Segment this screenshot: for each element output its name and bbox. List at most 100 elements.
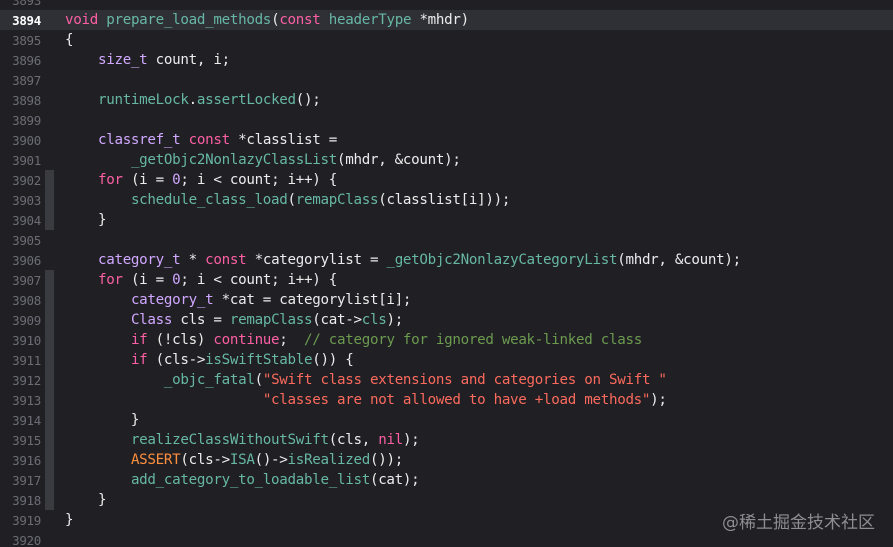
code-line[interactable]: 3915 realizeClassWithoutSwift(cls, nil); (0, 430, 893, 450)
line-number: 3908 (12, 292, 41, 308)
code-line[interactable]: 3918 } (0, 490, 893, 510)
line-number: 3909 (12, 312, 41, 328)
code-line[interactable]: 3898 runtimeLock.assertLocked(); (0, 90, 893, 110)
code-line[interactable]: 3913 "classes are not allowed to have +l… (0, 390, 893, 410)
code-token: *categorylist = (246, 252, 387, 268)
code-token: continue (213, 332, 280, 348)
code-text: for (i = 0; i < count; i++) { (65, 172, 337, 188)
fold-ribbon[interactable] (45, 330, 54, 350)
code-token: "Swift class extensions and categories o… (262, 372, 667, 388)
code-line[interactable]: 3893 (0, 0, 893, 10)
code-editor[interactable]: 3893 3894 void prepare_load_methods(const … (0, 0, 893, 547)
code-token: (cls-> (180, 452, 230, 468)
code-line[interactable]: 3908 category_t *cat = categorylist[i]; (0, 290, 893, 310)
fold-ribbon[interactable] (45, 110, 54, 130)
fold-ribbon[interactable] (45, 150, 54, 170)
code-token: ()); (369, 452, 403, 468)
code-line[interactable]: 3912 _objc_fatal("Swift class extensions… (0, 370, 893, 390)
fold-ribbon[interactable] (45, 170, 54, 190)
code-token: } (65, 492, 107, 508)
code-token: (classlist[i])); (378, 192, 511, 208)
fold-ribbon[interactable] (45, 310, 54, 330)
code-token: (); (295, 92, 321, 108)
code-line[interactable]: 3910 if (!cls) continue; // category for… (0, 330, 893, 350)
fold-ribbon[interactable] (45, 10, 54, 30)
code-line[interactable]: 3897 (0, 70, 893, 90)
code-token: (mhdr, &count); (617, 252, 741, 268)
code-token: ( (254, 372, 264, 388)
code-line[interactable]: 3899 (0, 110, 893, 130)
code-line[interactable]: 3894 void prepare_load_methods(const head… (0, 10, 893, 30)
code-line[interactable]: 3902 for (i = 0; i < count; i++) { (0, 170, 893, 190)
code-line[interactable]: 3914 } (0, 410, 893, 430)
code-token: (i = (122, 172, 173, 188)
code-token: ()-> (254, 452, 288, 468)
fold-ribbon[interactable] (45, 50, 54, 70)
code-token: { (65, 32, 74, 48)
watermark: @稀土掘金技术社区 (722, 513, 875, 533)
fold-ribbon[interactable] (45, 370, 54, 390)
fold-ribbon[interactable] (45, 250, 54, 270)
code-token: if (130, 332, 148, 348)
code-token: (cat); (369, 472, 420, 488)
code-line[interactable]: 3901 _getObjc2NonlazyClassList(mhdr, &co… (0, 150, 893, 170)
fold-ribbon[interactable] (45, 0, 54, 10)
code-text: _objc_fatal("Swift class extensions and … (65, 372, 667, 388)
code-text: if (cls->isSwiftStable()) { (65, 352, 354, 368)
fold-ribbon[interactable] (45, 130, 54, 150)
line-number: 3900 (12, 132, 41, 148)
code-token: prepare_load_methods (106, 12, 272, 28)
fold-ribbon[interactable] (45, 450, 54, 470)
code-line[interactable]: 3905 (0, 230, 893, 250)
fold-ribbon[interactable] (45, 430, 54, 450)
code-line[interactable]: 3907 for (i = 0; i < count; i++) { (0, 270, 893, 290)
code-token: (!cls) (147, 332, 214, 348)
code-text: schedule_class_load(remapClass(classlist… (65, 192, 510, 208)
line-number: 3895 (12, 32, 41, 48)
fold-ribbon[interactable] (45, 490, 54, 510)
code-token: ISA (229, 452, 255, 468)
code-line[interactable]: 3895 { (0, 30, 893, 50)
code-line[interactable]: 3904 } (0, 210, 893, 230)
fold-ribbon[interactable] (45, 90, 54, 110)
fold-ribbon[interactable] (45, 510, 54, 530)
code-token: for (97, 272, 123, 288)
fold-ribbon[interactable] (45, 530, 54, 547)
code-line[interactable]: 3906 category_t * const *categorylist = … (0, 250, 893, 270)
code-text: runtimeLock.assertLocked(); (65, 92, 321, 108)
fold-ribbon[interactable] (45, 470, 54, 490)
code-text: } (65, 492, 107, 508)
fold-ribbon[interactable] (45, 350, 54, 370)
code-line[interactable]: 3909 Class cls = remapClass(cat->cls); (0, 310, 893, 330)
fold-ribbon[interactable] (45, 190, 54, 210)
code-text: "classes are not allowed to have +load m… (65, 392, 667, 408)
fold-ribbon[interactable] (45, 410, 54, 430)
code-line[interactable]: 3896 size_t count, i; (0, 50, 893, 70)
fold-ribbon[interactable] (45, 290, 54, 310)
code-token: Class (130, 312, 173, 328)
fold-ribbon[interactable] (45, 230, 54, 250)
code-line[interactable]: 3903 schedule_class_load(remapClass(clas… (0, 190, 893, 210)
fold-ribbon[interactable] (45, 270, 54, 290)
code-token: ); (386, 312, 403, 328)
code-token: const (279, 12, 321, 28)
fold-ribbon[interactable] (45, 390, 54, 410)
code-text: if (!cls) continue; // category for igno… (65, 332, 642, 348)
code-line[interactable]: 3916 ASSERT(cls->ISA()->isRealized()); (0, 450, 893, 470)
code-line[interactable]: 3900 classref_t const *classlist = (0, 130, 893, 150)
line-number: 3916 (12, 452, 41, 468)
fold-ribbon[interactable] (45, 70, 54, 90)
code-token: // category for ignored weak-linked clas… (304, 332, 642, 348)
fold-ribbon[interactable] (45, 210, 54, 230)
code-line[interactable]: 3911 if (cls->isSwiftStable()) { (0, 350, 893, 370)
code-token: if (130, 352, 148, 368)
line-number: 3906 (12, 252, 41, 268)
code-text: { (65, 32, 74, 48)
code-token: count, i; (147, 52, 230, 68)
code-line[interactable]: 3917 add_category_to_loadable_list(cat); (0, 470, 893, 490)
fold-ribbon[interactable] (45, 30, 54, 50)
